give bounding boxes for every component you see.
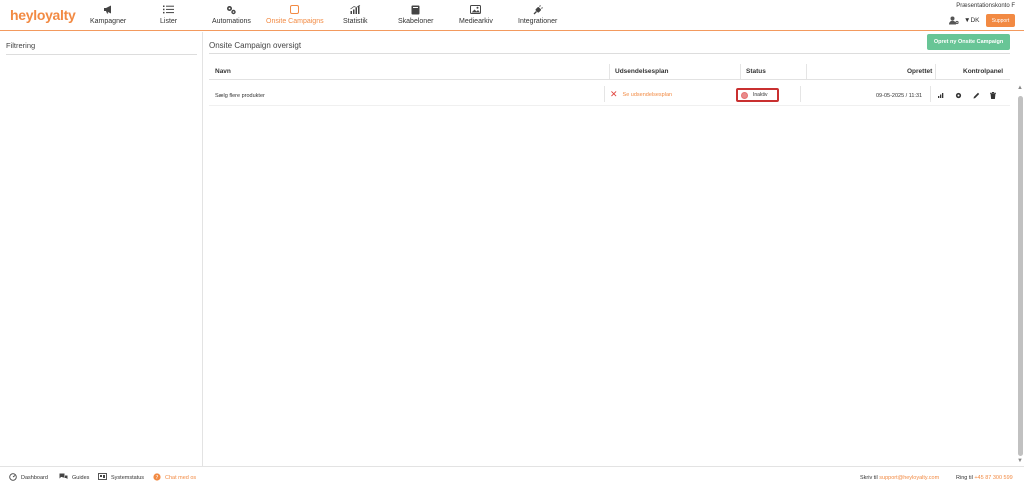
footer-label: Guides — [72, 475, 90, 481]
column-header-status[interactable]: Status — [746, 68, 766, 75]
nav-item-kampagner[interactable]: Kampagner — [90, 4, 126, 28]
column-header-name[interactable]: Navn — [215, 68, 231, 75]
chat-bubbles-icon — [59, 473, 68, 483]
footer: Dashboard Guides Systemstatus ? Chat med… — [0, 466, 1024, 486]
account-name[interactable]: Præsentationskonto F — [956, 3, 1015, 9]
nav-label: Statistik — [343, 18, 368, 25]
nav-label: Lister — [160, 18, 178, 25]
support-button[interactable]: Support — [986, 14, 1015, 27]
nav-item-onsite-campaigns[interactable]: Onsite Campaigns — [266, 4, 324, 28]
language-code: DK — [970, 17, 980, 24]
delete-trash-icon[interactable] — [988, 90, 998, 100]
schedule-cell[interactable]: ✕ Se udsendelsesplan — [610, 90, 672, 99]
write-prefix: Skriv til — [860, 475, 878, 481]
footer-guides-link[interactable]: Guides — [59, 473, 89, 483]
nav-item-automations[interactable]: Automations — [212, 4, 251, 28]
edit-pencil-icon[interactable] — [971, 90, 981, 100]
footer-label: Chat med os — [165, 475, 197, 481]
column-separator — [800, 86, 801, 102]
language-selector[interactable]: ▼DK — [964, 17, 979, 24]
footer-systemstatus-link[interactable]: Systemstatus — [98, 473, 144, 483]
column-header-schedule[interactable]: Udsendelsesplan — [615, 68, 668, 75]
nav-label: Kampagner — [90, 18, 127, 25]
nav-label: Onsite Campaigns — [266, 18, 324, 25]
column-separator — [935, 64, 936, 79]
help-icon: ? — [153, 473, 161, 483]
svg-text:?: ? — [156, 475, 159, 481]
nav-label: Skabeloner — [398, 18, 434, 25]
close-icon: ✕ — [610, 89, 618, 99]
column-separator — [604, 86, 605, 102]
filter-sidebar: Filtrering — [0, 32, 203, 466]
schedule-link[interactable]: Se udsendelsesplan — [623, 92, 673, 98]
support-email-link[interactable]: support@heyloyalty.com — [879, 475, 939, 481]
nav-label: Integrationer — [518, 18, 558, 25]
bar-chart-icon — [349, 4, 361, 15]
status-indicator — [741, 91, 748, 99]
scroll-down-icon[interactable]: ▼ — [1017, 458, 1023, 464]
nav-label: Automations — [212, 18, 251, 25]
scroll-up-icon[interactable]: ▲ — [1017, 85, 1023, 91]
column-separator — [609, 64, 610, 79]
user-settings-icon[interactable] — [949, 16, 959, 26]
column-separator — [806, 64, 807, 79]
divider — [209, 79, 1010, 80]
status-toggle[interactable]: Inaktiv — [736, 88, 779, 102]
logo[interactable]: heyloyalty — [10, 7, 76, 23]
divider — [209, 105, 1010, 106]
automation-icon — [225, 4, 237, 15]
column-separator — [740, 64, 741, 79]
footer-dashboard-link[interactable]: Dashboard — [9, 473, 48, 483]
list-icon — [163, 4, 175, 15]
footer-label: Dashboard — [21, 475, 48, 481]
image-icon — [470, 4, 482, 15]
onsite-icon — [289, 4, 301, 15]
nav-item-skabeloner[interactable]: Skabeloner — [398, 4, 433, 28]
nav-item-mediearkiv[interactable]: Mediearkiv — [459, 4, 493, 28]
footer-chat-link[interactable]: ? Chat med os — [153, 473, 196, 483]
scrollbar-thumb[interactable] — [1018, 96, 1023, 456]
call-prefix: Ring til — [956, 475, 973, 481]
nav-label: Mediearkiv — [459, 18, 493, 25]
column-header-created[interactable]: Oprettet — [907, 68, 932, 75]
footer-email: Skriv til support@heyloyalty.com — [860, 475, 939, 481]
nav-item-statistik[interactable]: Statistik — [343, 4, 368, 28]
monitor-icon — [98, 473, 107, 483]
settings-gear-icon[interactable] — [953, 90, 963, 100]
top-navigation: heyloyalty Kampagner Lister Automations … — [0, 0, 1024, 31]
sidebar-title: Filtrering — [6, 41, 36, 50]
create-onsite-campaign-button[interactable]: Opret ny Onsite Campaign — [927, 34, 1010, 50]
footer-phone: Ring til +45 87 300 599 — [956, 475, 1013, 481]
column-header-controls: Kontrolpanel — [963, 68, 1004, 75]
nav-item-integrationer[interactable]: Integrationer — [518, 4, 557, 28]
page-title: Onsite Campaign oversigt — [209, 41, 302, 50]
plug-icon — [532, 4, 544, 15]
campaign-name[interactable]: Sælg flere produkter — [215, 93, 265, 99]
megaphone-icon — [102, 4, 114, 15]
divider — [209, 53, 1010, 54]
column-separator — [930, 86, 931, 102]
dashboard-icon — [9, 473, 17, 483]
support-phone-link[interactable]: +45 87 300 599 — [974, 475, 1012, 481]
statistics-icon[interactable] — [936, 90, 946, 100]
nav-item-lister[interactable]: Lister — [160, 4, 177, 28]
status-label: Inaktiv — [753, 92, 768, 98]
footer-label: Systemstatus — [111, 475, 145, 481]
template-icon — [410, 4, 422, 15]
divider — [6, 54, 197, 55]
created-date: 09-05-2025 / 11:31 — [876, 93, 923, 99]
